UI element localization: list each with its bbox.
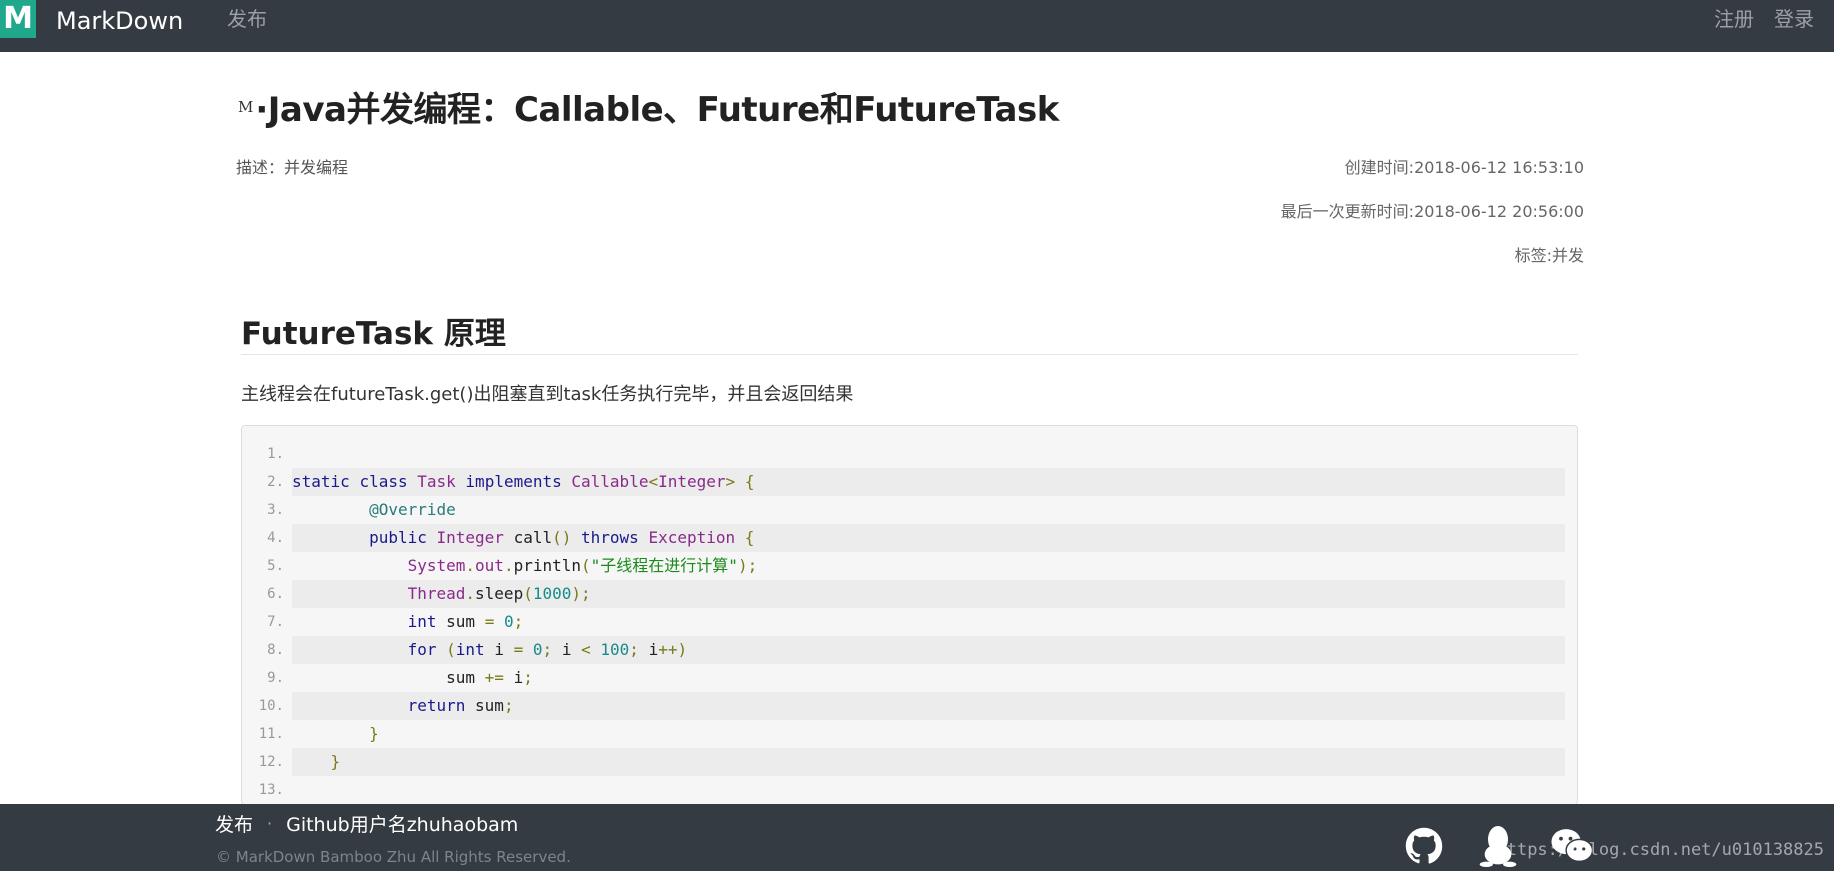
article-title: ·Java并发编程：Callable、Future和FutureTask (255, 90, 1059, 130)
code-line-number: 6. (267, 586, 284, 602)
section-paragraph: 主线程会在futureTask.get()出阻塞直到task任务执行完毕，并且会… (241, 384, 854, 405)
code-line: 2. static class Task implements Callable<… (242, 468, 1577, 496)
code-line-number: 4. (267, 530, 284, 546)
code-line-number: 9. (267, 670, 284, 686)
code-line: 10. return sum; (242, 692, 1577, 720)
code-line-text: int sum = 0; (407, 612, 524, 631)
article-description: 描述：并发编程 (236, 158, 349, 177)
top-navbar: M MarkDown 发布 注册 登录 (0, 0, 1834, 52)
code-line-text: System.out.println("子线程在进行计算"); (407, 556, 758, 575)
code-line-text: public Integer call() throws Exception { (292, 524, 1565, 552)
code-line-number: 5. (267, 558, 284, 574)
watermark-text: https://blog.csdn.net/u010138825 (1496, 840, 1824, 860)
footer: 发布 · Github用户名zhuhaobam © MarkDown Bambo… (0, 804, 1834, 871)
logo-icon[interactable]: M (0, 0, 36, 38)
brand-link[interactable]: MarkDown (56, 6, 183, 36)
copyright-text: © MarkDown Bamboo Zhu All Rights Reserve… (216, 848, 571, 866)
code-line: 1. (242, 440, 1577, 468)
code-lines: 1. 2. static class Task implements Callabl… (242, 440, 1577, 804)
heading-divider (241, 354, 1578, 355)
article-title-row: M ·Java并发编程：Callable、Future和FutureTask (238, 82, 1059, 131)
code-line-number: 7. (267, 614, 284, 630)
article-tags[interactable]: 标签:并发 (1515, 242, 1584, 266)
code-line-number: 3. (267, 502, 284, 518)
code-block[interactable]: 1. 2. static class Task implements Callabl… (241, 425, 1578, 805)
code-line: 7. int sum = 0; (242, 608, 1577, 636)
code-line-number: 13. (258, 782, 284, 798)
code-line-number: 2. (267, 474, 284, 490)
footer-github-link[interactable]: Github用户名zhuhaobam (286, 810, 518, 837)
code-line-number: 1. (267, 446, 284, 462)
section-heading: FutureTask 原理 (241, 316, 506, 352)
code-line: 12. } (242, 748, 1577, 776)
login-link[interactable]: 登录 (1774, 6, 1814, 32)
code-line-text: sum += i; (446, 668, 533, 687)
updated-time: 最后一次更新时间:2018-06-12 20:56:00 (1280, 202, 1584, 221)
github-icon[interactable] (1402, 826, 1446, 866)
code-line-text: Thread.sleep(1000); (292, 580, 1565, 608)
code-line-number: 11. (258, 726, 284, 742)
footer-links: 发布 · Github用户名zhuhaobam (215, 810, 518, 837)
code-line-text: return sum; (292, 692, 1565, 720)
nav-publish-link[interactable]: 发布 (227, 6, 267, 32)
code-line-text: } (292, 748, 1565, 776)
code-line-text: } (369, 724, 379, 743)
code-line-text: for (int i = 0; i < 100; i++) (292, 636, 1565, 664)
footer-separator: · (267, 814, 273, 833)
code-line: 6. Thread.sleep(1000); (242, 580, 1577, 608)
code-line: 4. public Integer call() throws Exceptio… (242, 524, 1577, 552)
logo-letter: M (3, 1, 33, 36)
code-line: 9. sum += i; (242, 664, 1577, 692)
code-line-number: 8. (267, 642, 284, 658)
footer-publish-link[interactable]: 发布 (215, 810, 253, 837)
code-line: 5. System.out.println("子线程在进行计算"); (242, 552, 1577, 580)
code-line: 11. } (242, 720, 1577, 748)
code-line: 8. for (int i = 0; i < 100; i++) (242, 636, 1577, 664)
register-link[interactable]: 注册 (1714, 6, 1754, 32)
code-line-text: @Override (369, 500, 456, 519)
broken-image-icon: M (238, 97, 254, 116)
code-line-number: 12. (258, 754, 284, 770)
nav-account-links: 注册 登录 (1714, 6, 1814, 32)
code-line: 3. @Override (242, 496, 1577, 524)
code-line-number: 10. (258, 698, 284, 714)
created-time: 创建时间:2018-06-12 16:53:10 (1344, 158, 1584, 177)
code-line: 13. (242, 776, 1577, 804)
code-line-text: static class Task implements Callable<In… (292, 468, 1565, 496)
